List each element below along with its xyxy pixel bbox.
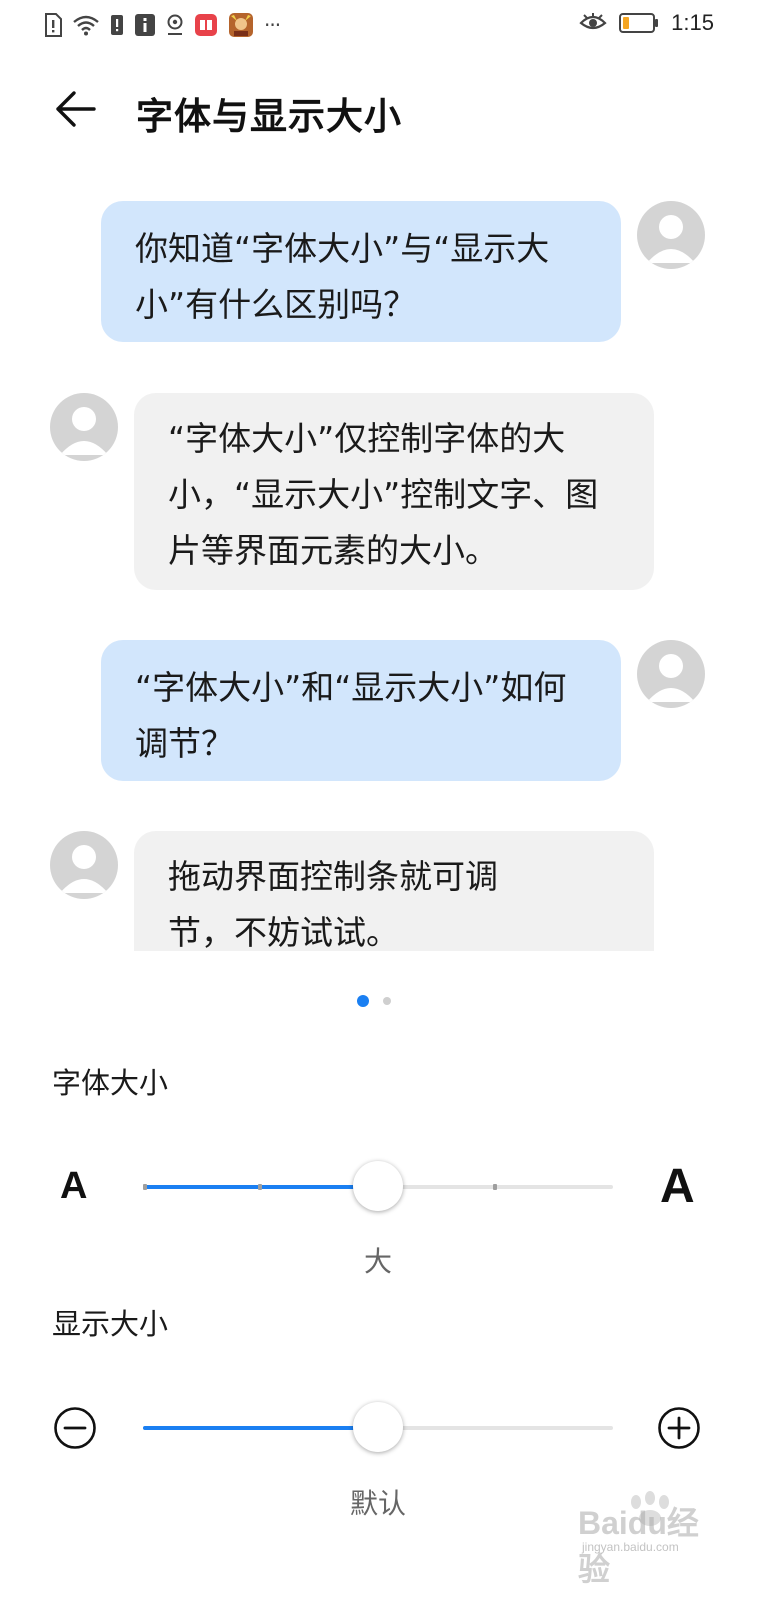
sim-alert-icon: [44, 13, 62, 37]
font-size-large-letter[interactable]: A: [660, 1159, 695, 1214]
game-app-icon: [228, 12, 254, 38]
status-time: 1:15: [671, 10, 714, 35]
status-icons-left: ···: [44, 12, 281, 38]
more-icon: ···: [264, 13, 281, 37]
back-arrow-icon: [54, 89, 96, 133]
chat-bubble-outgoing: “字体大小”和“显示大小”如何调节？: [101, 640, 621, 781]
status-icons-right: 1:15: [579, 10, 714, 36]
page-dot-active[interactable]: [357, 995, 369, 1007]
display-size-value: 默认: [349, 1487, 406, 1520]
font-size-slider-row: A A: [0, 1157, 770, 1217]
eye-comfort-icon: [579, 13, 607, 33]
status-bar: ··· 1:15: [0, 0, 770, 56]
baidu-watermark: Baidu经验 jingyan.baidu.com: [578, 1490, 718, 1587]
page-dot[interactable]: [383, 997, 391, 1005]
display-size-slider-thumb[interactable]: [353, 1402, 403, 1452]
display-size-slider[interactable]: [143, 1402, 613, 1452]
battery-icon: [619, 12, 659, 34]
display-size-slider-row: [0, 1398, 770, 1458]
app-bar: 字体与显示大小: [0, 66, 770, 156]
notification-icon: [110, 13, 124, 37]
chat-bubble-outgoing: 你知道“字体大小”与“显示大小”有什么区别吗？: [101, 201, 621, 342]
font-size-small-letter[interactable]: A: [60, 1165, 87, 1208]
avatar: [637, 640, 705, 708]
display-size-label: 显示大小: [52, 1307, 169, 1341]
reader-app-icon: [194, 13, 218, 37]
plus-circle-icon[interactable]: [657, 1406, 701, 1450]
avatar: [50, 831, 118, 899]
slider-tick: [143, 1184, 147, 1190]
location-icon: [166, 13, 184, 37]
font-size-value: 大: [363, 1245, 392, 1278]
font-size-slider[interactable]: [143, 1161, 613, 1211]
page-indicator: [357, 995, 391, 1007]
minus-circle-icon[interactable]: [53, 1406, 97, 1450]
slider-tick: [258, 1184, 262, 1190]
font-size-slider-thumb[interactable]: [353, 1161, 403, 1211]
display-size-slider-fill: [143, 1426, 378, 1430]
page-title: 字体与显示大小: [136, 95, 402, 138]
wifi-icon: [72, 14, 100, 36]
chat-bubble-incoming: 拖动界面控制条就可调节，不妨试试。: [134, 831, 654, 951]
chat-bubble-incoming: “字体大小”仅控制字体的大小，“显示大小”控制文字、图片等界面元素的大小。: [134, 393, 654, 590]
info-icon: [134, 13, 156, 37]
watermark-url: jingyan.baidu.com: [582, 1540, 679, 1554]
avatar: [50, 393, 118, 461]
chat-preview: 你知道“字体大小”与“显示大小”有什么区别吗？ “字体大小”仅控制字体的大小，“…: [0, 196, 770, 951]
avatar: [637, 201, 705, 269]
back-button[interactable]: [48, 86, 102, 136]
font-size-label: 字体大小: [52, 1066, 169, 1100]
slider-tick: [493, 1184, 497, 1190]
